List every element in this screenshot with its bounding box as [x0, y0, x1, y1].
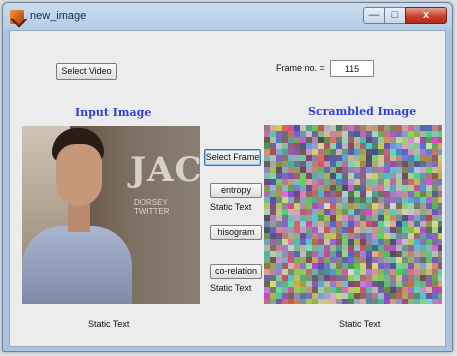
title-bar[interactable]: new_image — □ x	[3, 3, 452, 30]
minimize-button[interactable]: —	[363, 7, 385, 24]
entropy-button[interactable]: entropy	[210, 183, 262, 198]
scrambled-image-heading: Scrambled Image	[308, 105, 417, 118]
frame-number-label: Frame no. =	[276, 63, 325, 73]
maximize-button[interactable]: □	[384, 7, 406, 24]
maximize-icon: □	[391, 9, 399, 21]
figure-client-area: Select Video Frame no. = Input Image Scr…	[9, 30, 446, 347]
photo-shirt	[22, 226, 132, 304]
input-image: JACK DORSEY TWITTER	[22, 126, 200, 304]
input-image-static-text: Static Text	[88, 319, 130, 329]
scrambled-image	[264, 125, 442, 304]
photo-logo-subtitle: DORSEY TWITTER	[134, 198, 170, 216]
photo-logo-text: JACK	[130, 150, 200, 190]
close-icon: x	[422, 9, 430, 21]
select-frame-button[interactable]: Select Frame	[204, 149, 261, 166]
histogram-button[interactable]: hisogram	[210, 225, 262, 240]
scrambled-image-static-text: Static Text	[339, 319, 381, 329]
photo-face	[56, 144, 102, 206]
correlation-button[interactable]: co-relation	[210, 264, 262, 279]
frame-number-field[interactable]	[330, 60, 374, 77]
entropy-static-text: Static Text	[210, 202, 252, 212]
close-button[interactable]: x	[405, 7, 447, 24]
figure-window: new_image — □ x Select Video Frame no. =…	[2, 2, 453, 352]
minimize-icon: —	[368, 9, 380, 21]
correlation-static-text: Static Text	[210, 283, 252, 293]
matlab-figure-icon	[10, 10, 24, 24]
scrambled-noise	[264, 125, 442, 304]
select-video-button[interactable]: Select Video	[56, 63, 117, 80]
input-image-heading: Input Image	[75, 106, 152, 119]
window-title: new_image	[30, 10, 87, 22]
